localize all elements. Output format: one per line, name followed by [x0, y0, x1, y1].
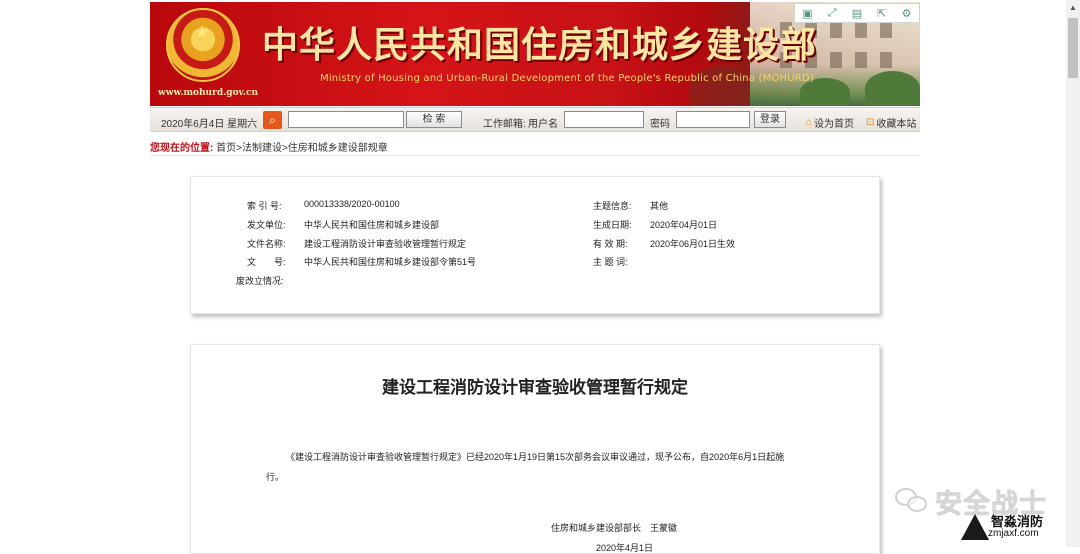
search-input[interactable] — [288, 111, 404, 128]
site-url: www.mohurd.gov.cn — [158, 88, 259, 98]
filename-label: 文件名称: — [247, 239, 286, 249]
bookmark-site-label: 收藏本站 — [876, 119, 917, 130]
save-icon[interactable]: ▤ — [850, 6, 864, 20]
floating-tools: ▣ ⤢ ▤ ⇱ ⚙ — [794, 3, 920, 23]
site-title-english: Ministry of Housing and Urban-Rural Deve… — [320, 73, 814, 84]
revise-label: 废改立情况: — [236, 276, 284, 286]
watermark: 安全战士 智淼消防 zmjaxf.com — [895, 484, 1065, 544]
favorite-icon: ⊡ — [866, 117, 875, 128]
document-info-card: 索 引 号: 000013338/2020-00100 发文单位: 中华人民共和… — [190, 176, 880, 314]
top-toolbar: 2020年6月4日 星期六 ⌕ 检 索 工作邮箱: 用户名 密码 登录 ⌂ 设为… — [150, 107, 920, 132]
document-date: 2020年4月1日 — [596, 543, 654, 553]
scrollbar-thumb[interactable] — [1068, 18, 1078, 78]
fullscreen-icon[interactable]: ⤢ — [825, 6, 839, 20]
valid-value: 2020年06月01日生效 — [650, 239, 736, 249]
document-signature: 住房和城乡建设部部长 王蒙徽 — [551, 523, 678, 533]
topic-label: 主题信息: — [593, 201, 632, 211]
scroll-up-icon[interactable]: ▲ — [1069, 3, 1077, 12]
valid-label: 有 效 期: — [593, 239, 628, 249]
password-label: 密码 — [650, 119, 670, 130]
bookmark-icon[interactable]: ▣ — [800, 6, 814, 20]
national-emblem-icon: ★ — [166, 8, 240, 82]
docno-label: 文 号: — [247, 257, 286, 267]
login-button[interactable]: 登录 — [754, 111, 786, 128]
password-input[interactable] — [676, 111, 750, 128]
home-icon: ⌂ — [806, 117, 813, 128]
document-paragraph: 《建设工程消防设计审查验收管理暂行规定》已经2020年1月19日第15次部务会议… — [286, 452, 785, 462]
created-label: 生成日期: — [593, 220, 632, 230]
wechat-icon — [895, 488, 929, 514]
divider — [150, 155, 920, 156]
vertical-scrollbar[interactable]: ▲ — [1066, 0, 1080, 547]
set-homepage-label: 设为首页 — [814, 119, 855, 130]
settings-icon[interactable]: ⚙ — [900, 6, 914, 20]
filename-value: 建设工程消防设计审查验收管理暂行规定 — [304, 239, 467, 249]
site-title: 中华人民共和国住房和城乡建设部 — [262, 24, 818, 66]
created-value: 2020年04月01日 — [650, 220, 718, 230]
breadcrumb-path[interactable]: 首页>法制建设>住房和城乡建设部规章 — [216, 143, 388, 154]
topic-value: 其他 — [650, 201, 669, 211]
issuer-value: 中华人民共和国住房和城乡建设部 — [304, 220, 440, 230]
username-label: 用户名 — [528, 119, 558, 130]
index-label: 索 引 号: — [247, 201, 282, 211]
current-date: 2020年6月4日 星期六 — [161, 119, 258, 130]
mail-label: 工作邮箱: — [483, 119, 526, 130]
search-button[interactable]: 检 索 — [406, 111, 462, 128]
search-icon[interactable]: ⌕ — [263, 111, 282, 129]
username-input[interactable] — [564, 111, 644, 128]
set-homepage-link[interactable]: ⌂ 设为首页 — [806, 115, 854, 130]
document-title: 建设工程消防设计审查验收管理暂行规定 — [382, 378, 688, 398]
breadcrumb: 您现在的位置: 首页>法制建设>住房和城乡建设部规章 — [150, 139, 388, 154]
index-value: 000013338/2020-00100 — [304, 199, 400, 209]
document-paragraph-continued: 行。 — [266, 472, 285, 482]
watermark-site: zmjaxf.com — [988, 528, 1039, 539]
keywords-label: 主 题 词: — [593, 257, 628, 267]
document-body: 建设工程消防设计审查验收管理暂行规定 《建设工程消防设计审查验收管理暂行规定》已… — [190, 344, 880, 554]
share-icon[interactable]: ⇱ — [875, 6, 889, 20]
breadcrumb-prefix: 您现在的位置: — [150, 143, 214, 154]
docno-value: 中华人民共和国住房和城乡建设部令第51号 — [304, 257, 477, 267]
bookmark-site-link[interactable]: ⊡ 收藏本站 — [866, 115, 916, 130]
issuer-label: 发文单位: — [247, 220, 286, 230]
